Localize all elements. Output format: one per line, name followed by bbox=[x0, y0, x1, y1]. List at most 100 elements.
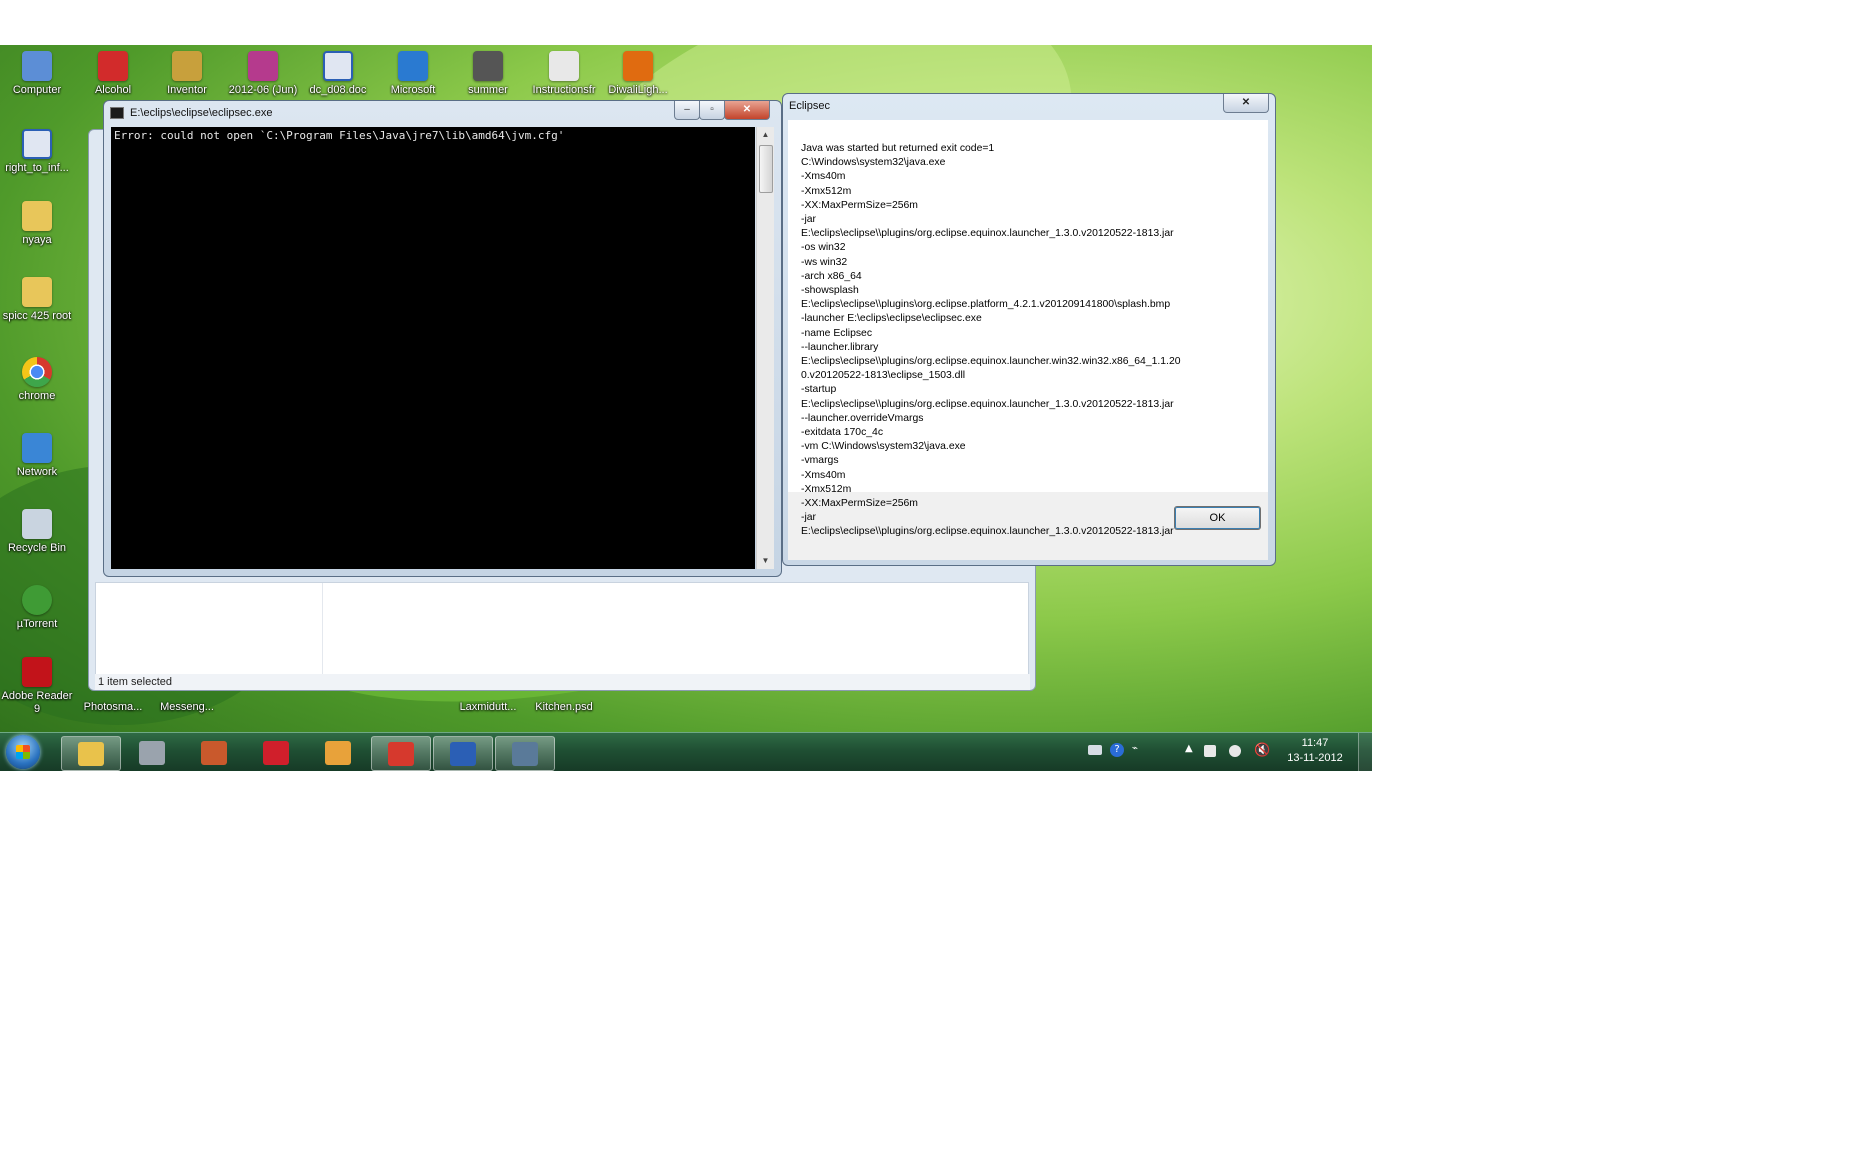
console-scrollbar[interactable]: ▲ ▼ bbox=[756, 127, 774, 569]
taskbar-button-console[interactable] bbox=[495, 736, 555, 771]
minimize-button[interactable]: – bbox=[674, 101, 700, 120]
scrollbar-thumb[interactable] bbox=[759, 145, 773, 193]
maximize-button[interactable]: ▫ bbox=[699, 101, 725, 120]
desktop-icon-instructions[interactable]: Instructionsfr bbox=[528, 51, 600, 97]
folder-icon bbox=[22, 277, 52, 307]
desktop-icon-microsoft[interactable]: Microsoft bbox=[377, 51, 449, 97]
desktop-icon-kitchen[interactable]: Kitchen.psd bbox=[528, 701, 600, 714]
explorer-content bbox=[95, 582, 1029, 676]
dialog-line: -os win32 bbox=[801, 242, 846, 254]
eclipsec-dialog: Eclipsec ✕ Java was started but returned… bbox=[782, 93, 1276, 566]
desktop-icon-alcohol[interactable]: Alcohol bbox=[77, 51, 149, 97]
word-icon bbox=[325, 741, 351, 765]
dialog-title: Eclipsec bbox=[789, 100, 830, 112]
console-output: Error: could not open `C:\Program Files\… bbox=[114, 129, 565, 142]
utorrent-icon bbox=[22, 585, 52, 615]
taskbar-button-computer[interactable] bbox=[123, 736, 181, 769]
archive-icon bbox=[248, 51, 278, 81]
dialog-line: -Xmx512m bbox=[801, 483, 852, 495]
desktop-icon-photosmart[interactable]: Photosma... bbox=[77, 701, 149, 714]
docx-file-icon bbox=[549, 51, 579, 81]
explorer-divider bbox=[322, 583, 323, 675]
console-icon bbox=[110, 107, 124, 119]
dialog-line: E:\eclips\eclipse\\plugins/org.eclipse.e… bbox=[801, 228, 1174, 240]
game-icon bbox=[201, 741, 227, 765]
computer-icon bbox=[139, 741, 165, 765]
start-button[interactable] bbox=[6, 735, 40, 769]
desktop-icon-right-to-info[interactable]: right_to_inf... bbox=[1, 129, 73, 175]
keyboard-icon[interactable] bbox=[1088, 745, 1102, 755]
scroll-up-icon[interactable]: ▲ bbox=[757, 127, 774, 143]
dialog-line: -Xms40m bbox=[801, 469, 846, 481]
dialog-line: E:\eclips\eclipse\\plugins\org.eclipse.p… bbox=[801, 299, 1171, 311]
taskbar-button-word[interactable] bbox=[309, 736, 367, 769]
desktop-icon-utorrent[interactable]: µTorrent bbox=[1, 585, 73, 631]
clock-date: 13-11-2012 bbox=[1287, 752, 1343, 764]
status-text: 1 item selected bbox=[98, 676, 172, 688]
taskbar-button-explorer[interactable] bbox=[61, 736, 121, 771]
chrome-icon bbox=[22, 357, 52, 387]
desktop-icon-messenger[interactable]: Messeng... bbox=[151, 701, 223, 714]
desktop-icon-computer[interactable]: Computer bbox=[1, 51, 73, 97]
desktop-icon-laxmidutt[interactable]: Laxmidutt... bbox=[452, 701, 524, 714]
taskbar-button-ms-word[interactable] bbox=[433, 736, 493, 771]
console-titlebar[interactable]: E:\eclips\eclipse\eclipsec.exe – ▫ ✕ bbox=[104, 101, 781, 125]
dialog-line: -showsplash bbox=[801, 285, 859, 297]
dialog-line: C:\Windows\system32\java.exe bbox=[801, 157, 946, 169]
desktop-icon-adobe-reader[interactable]: Adobe Reader 9 bbox=[1, 657, 73, 716]
desktop-icon-recycle-bin[interactable]: Recycle Bin bbox=[1, 509, 73, 555]
clock[interactable]: 11:47 13-11-2012 bbox=[1275, 736, 1355, 766]
dialog-line: -Xmx512m bbox=[801, 185, 852, 197]
dialog-line: -startup bbox=[801, 384, 837, 396]
desktop-icon-spicc[interactable]: spicc 425 root bbox=[1, 277, 73, 323]
desktop-icon-network[interactable]: Network bbox=[1, 433, 73, 479]
network-icon bbox=[22, 433, 52, 463]
dialog-line: E:\eclips\eclipse\\plugins/org.eclipse.e… bbox=[801, 356, 1181, 368]
desktop-icon-2012-06[interactable]: 2012-06 (Jun) bbox=[227, 51, 299, 97]
ms-word-icon bbox=[450, 742, 476, 766]
windows-logo-icon bbox=[16, 745, 30, 759]
desktop-icon-chrome[interactable]: chrome bbox=[1, 357, 73, 403]
dialog-line: 0.v20120522-1813\eclipse_1503.dll bbox=[801, 370, 966, 382]
power-icon[interactable] bbox=[1204, 745, 1216, 757]
dialog-line: --launcher.overrideVmargs bbox=[801, 412, 924, 424]
desktop-icon-summer[interactable]: summer bbox=[452, 51, 524, 97]
dialog-line: E:\eclips\eclipse\\plugins/org.eclipse.e… bbox=[801, 526, 1174, 538]
taskbar-button-chrome[interactable] bbox=[371, 736, 431, 771]
desktop-icon-inventor[interactable]: Inventor bbox=[151, 51, 223, 97]
dialog-message: Java was started but returned exit code=… bbox=[801, 142, 1181, 540]
scroll-down-icon[interactable]: ▼ bbox=[757, 553, 774, 569]
image-file-icon bbox=[473, 51, 503, 81]
dialog-line: -vm C:\Windows\system32\java.exe bbox=[801, 441, 966, 453]
taskbar-button-game[interactable] bbox=[185, 736, 243, 769]
system-tray: ? ⌁ bbox=[1088, 743, 1158, 761]
word-doc-icon bbox=[323, 51, 353, 81]
network-tray-icon[interactable] bbox=[1229, 745, 1241, 757]
dialog-line: -Xms40m bbox=[801, 171, 846, 183]
computer-icon bbox=[22, 51, 52, 81]
desktop-icon-dc-d08[interactable]: dc_d08.doc bbox=[302, 51, 374, 97]
dialog-message-area: Java was started but returned exit code=… bbox=[788, 120, 1268, 537]
taskbar-button-need-for-speed[interactable] bbox=[247, 736, 305, 769]
desktop-icon-nyaya[interactable]: nyaya bbox=[1, 201, 73, 247]
show-hidden-icons-icon[interactable]: ▲ bbox=[1185, 743, 1193, 754]
need-for-speed-icon bbox=[263, 741, 289, 765]
ok-button[interactable]: OK bbox=[1174, 506, 1261, 530]
word-doc-icon bbox=[22, 129, 52, 159]
show-desktop-button[interactable] bbox=[1358, 733, 1372, 771]
help-icon[interactable]: ? bbox=[1110, 743, 1124, 757]
window-title: E:\eclips\eclipse\eclipsec.exe bbox=[130, 107, 273, 119]
close-button[interactable]: ✕ bbox=[724, 101, 770, 120]
dialog-titlebar[interactable]: Eclipsec ✕ bbox=[783, 94, 1275, 118]
dialog-close-button[interactable]: ✕ bbox=[1223, 94, 1269, 113]
desktop-icon-diwali[interactable]: DiwaliLigh... bbox=[602, 51, 674, 97]
console-output-area[interactable]: Error: could not open `C:\Program Files\… bbox=[111, 127, 755, 569]
inventor-icon bbox=[172, 51, 202, 81]
dialog-line: Java was started but returned exit code=… bbox=[801, 143, 995, 154]
language-icon[interactable]: ⌁ bbox=[1132, 743, 1138, 754]
dialog-line: --launcher.library bbox=[801, 341, 879, 353]
dialog-line: -name Eclipsec bbox=[801, 327, 873, 339]
desktop: Computer Alcohol Inventor 2012-06 (Jun) … bbox=[0, 45, 1372, 771]
volume-muted-icon[interactable]: 🔇 bbox=[1254, 743, 1270, 758]
dialog-line: -jar bbox=[801, 214, 817, 226]
